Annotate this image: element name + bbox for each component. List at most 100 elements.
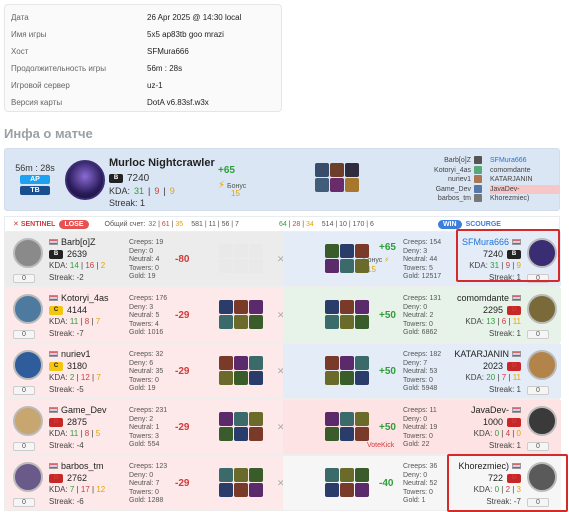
item-icon[interactable] — [249, 300, 263, 314]
item-icon[interactable] — [355, 315, 369, 329]
sentinel-player-name[interactable]: Kotoryi_4as — [411, 166, 471, 176]
item-icon[interactable] — [249, 244, 263, 258]
item-icon[interactable] — [234, 356, 248, 370]
item-icon[interactable] — [325, 356, 339, 370]
item-icon[interactable] — [345, 163, 359, 177]
player-name-text: KATARJANIN — [454, 349, 509, 359]
item-icon[interactable] — [340, 315, 354, 329]
item-icon[interactable] — [355, 371, 369, 385]
item-icon[interactable] — [219, 259, 233, 273]
item-icon[interactable] — [325, 259, 339, 273]
item-icon[interactable] — [315, 178, 329, 192]
player-name[interactable]: Game_Dev — [49, 405, 107, 415]
item-icon[interactable] — [355, 259, 369, 273]
item-icon[interactable] — [234, 412, 248, 426]
item-icon[interactable] — [219, 468, 233, 482]
item-icon[interactable] — [249, 315, 263, 329]
player-name[interactable]: comomdante — [457, 293, 521, 303]
item-icon[interactable] — [340, 427, 354, 441]
item-icon[interactable] — [234, 468, 248, 482]
item-icon[interactable] — [234, 259, 248, 273]
item-icon[interactable] — [234, 315, 248, 329]
hero-avatar[interactable] — [13, 350, 43, 380]
item-icon[interactable] — [340, 300, 354, 314]
item-icon[interactable] — [355, 244, 369, 258]
mvp-hero-icon[interactable] — [65, 160, 105, 200]
item-icon[interactable] — [355, 412, 369, 426]
item-icon[interactable] — [355, 483, 369, 497]
hero-avatar[interactable] — [527, 406, 557, 436]
player-kda: KDA: 13 | 6 | 11 — [465, 317, 521, 326]
item-icon[interactable] — [340, 483, 354, 497]
sentinel-player-name[interactable]: Game_Dev — [411, 185, 471, 195]
stat-deny: Deny: 7 — [403, 359, 428, 367]
player-name[interactable]: Kotoryi_4as — [49, 293, 109, 303]
player-name[interactable]: barbos_tm — [49, 461, 104, 471]
item-icon[interactable] — [249, 483, 263, 497]
item-icon[interactable] — [340, 371, 354, 385]
item-icon[interactable] — [325, 427, 339, 441]
item-icon[interactable] — [325, 371, 339, 385]
item-icon[interactable] — [249, 412, 263, 426]
item-icon[interactable] — [340, 468, 354, 482]
kda-kills: 11 — [69, 317, 79, 326]
item-icon[interactable] — [219, 356, 233, 370]
item-icon[interactable] — [340, 412, 354, 426]
item-icon[interactable] — [340, 244, 354, 258]
item-icon[interactable] — [249, 468, 263, 482]
scourge-player-name[interactable]: Khorezmiec) — [490, 194, 560, 204]
item-icon[interactable] — [355, 300, 369, 314]
item-icon[interactable] — [234, 300, 248, 314]
item-icon[interactable] — [219, 244, 233, 258]
item-icon[interactable] — [219, 371, 233, 385]
item-icon[interactable] — [355, 356, 369, 370]
item-icon[interactable] — [249, 259, 263, 273]
mvp-hero-name[interactable]: Murloc Nightcrawler — [109, 157, 215, 169]
item-icon[interactable] — [330, 163, 344, 177]
mvp-kda: KDA: 31 | 9 | 9 — [109, 186, 175, 196]
hero-avatar[interactable] — [527, 350, 557, 380]
item-icon[interactable] — [219, 427, 233, 441]
item-icon[interactable] — [325, 300, 339, 314]
item-icon[interactable] — [234, 427, 248, 441]
scourge-player-name[interactable]: SFMura666 — [490, 156, 560, 166]
item-icon[interactable] — [340, 356, 354, 370]
scourge-player-name[interactable]: KATARJANIN — [490, 175, 560, 185]
item-icon[interactable] — [234, 371, 248, 385]
item-icon[interactable] — [340, 259, 354, 273]
item-icon[interactable] — [219, 412, 233, 426]
sentinel-player-name[interactable]: Barb[o]Z — [411, 156, 471, 166]
item-icon[interactable] — [249, 371, 263, 385]
item-icon[interactable] — [249, 427, 263, 441]
item-icon[interactable] — [219, 483, 233, 497]
hero-avatar[interactable] — [13, 406, 43, 436]
item-icon[interactable] — [325, 483, 339, 497]
item-icon[interactable] — [355, 468, 369, 482]
hero-avatar[interactable] — [527, 294, 557, 324]
player-stats: Creeps: 123 Deny: 0 Neutral: 7 Towers: 0… — [129, 463, 167, 506]
item-icon[interactable] — [325, 244, 339, 258]
player-name[interactable]: KATARJANIN — [454, 349, 521, 359]
sentinel-player-name[interactable]: nuriev1 — [411, 175, 471, 185]
item-icon[interactable] — [325, 468, 339, 482]
item-icon[interactable] — [325, 315, 339, 329]
item-icon[interactable] — [330, 178, 344, 192]
hero-avatar[interactable] — [13, 462, 43, 492]
hero-avatar[interactable] — [13, 294, 43, 324]
player-name[interactable]: Barb[o]Z — [49, 237, 96, 247]
item-icon[interactable] — [315, 163, 329, 177]
item-icon[interactable] — [249, 356, 263, 370]
item-icon[interactable] — [355, 427, 369, 441]
item-icon[interactable] — [219, 315, 233, 329]
item-icon[interactable] — [234, 244, 248, 258]
item-icon[interactable] — [345, 178, 359, 192]
item-icon[interactable] — [234, 483, 248, 497]
item-icon[interactable] — [325, 412, 339, 426]
player-name[interactable]: nuriev1 — [49, 349, 91, 359]
hero-avatar[interactable] — [13, 238, 43, 268]
sentinel-player-name[interactable]: barbos_tm — [411, 194, 471, 204]
player-name[interactable]: JavaDev- — [471, 405, 521, 415]
scourge-player-name[interactable]: JavaDev- — [490, 184, 560, 194]
item-icon[interactable] — [219, 300, 233, 314]
scourge-player-name[interactable]: comomdante — [490, 166, 560, 176]
